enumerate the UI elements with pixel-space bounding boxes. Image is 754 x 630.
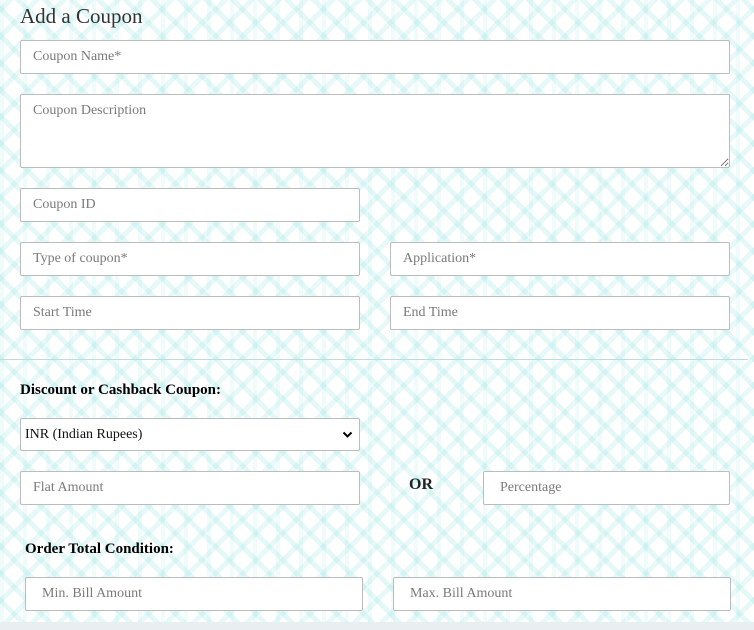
order-condition-heading: Order Total Condition: [25,541,174,557]
min-bill-amount-input[interactable] [25,577,363,611]
coupon-name-input[interactable] [20,40,730,74]
or-label: OR [409,476,433,493]
type-of-coupon-input[interactable] [20,242,360,276]
start-time-input[interactable] [20,296,360,330]
coupon-id-input[interactable] [20,188,360,222]
currency-select-value: INR (Indian Rupees) [25,426,143,442]
flat-amount-input[interactable] [20,471,360,505]
application-input[interactable] [390,242,730,276]
bottom-edge-bar [0,622,754,630]
coupon-description-textarea[interactable] [20,94,730,168]
max-bill-amount-input[interactable] [393,577,731,611]
discount-section-heading: Discount or Cashback Coupon: [20,382,222,398]
page-title: Add a Coupon [20,4,143,28]
percentage-input[interactable] [483,471,730,505]
chevron-down-icon [342,431,353,439]
end-time-input[interactable] [390,296,730,330]
section-divider [0,359,748,360]
currency-select[interactable]: INR (Indian Rupees) [20,418,360,451]
